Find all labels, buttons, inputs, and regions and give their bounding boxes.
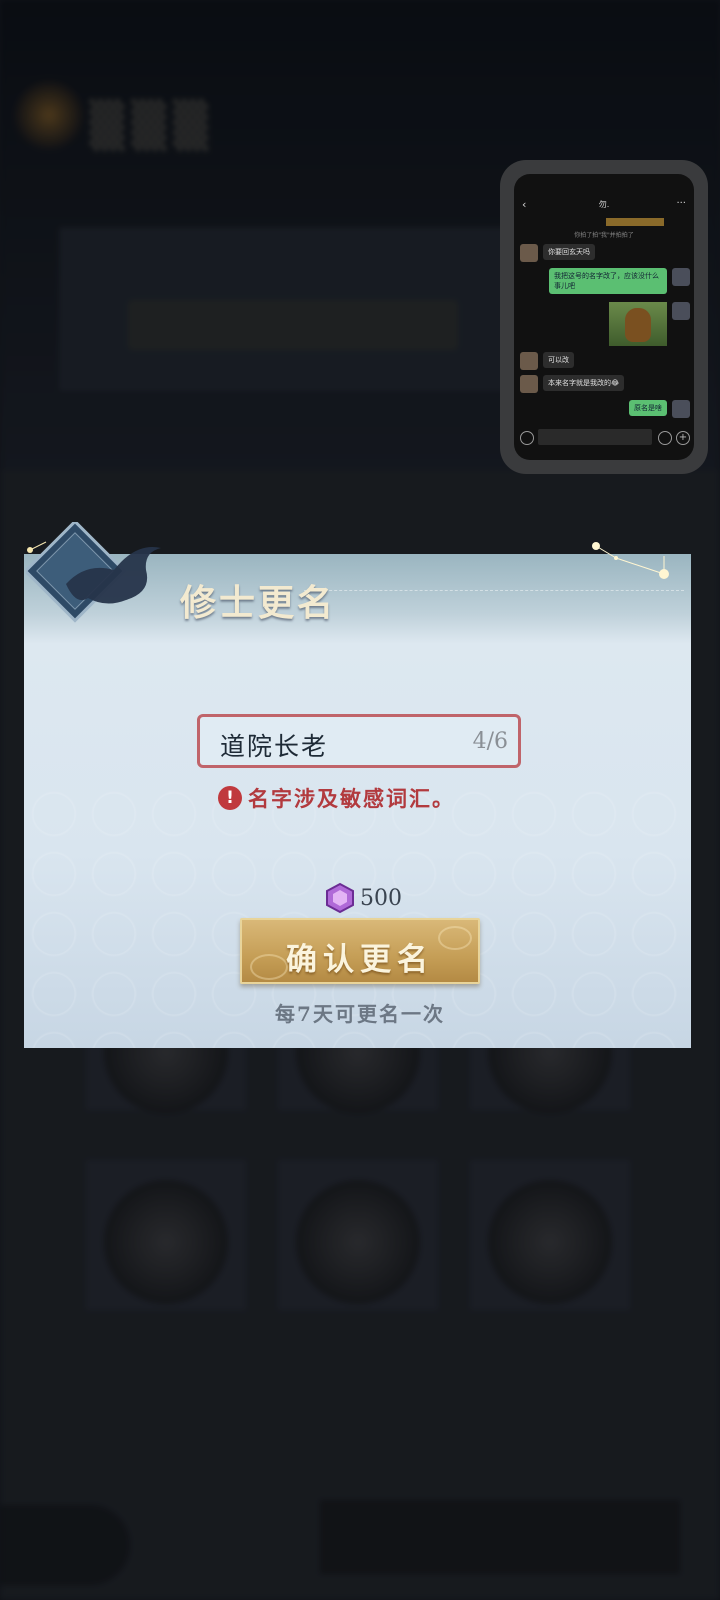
contact-avatar — [520, 375, 538, 393]
voice-icon[interactable] — [520, 431, 534, 445]
plus-icon[interactable]: + — [676, 431, 690, 445]
cost-value: 500 — [360, 885, 402, 911]
rename-limit-note: 每7天可更名一次 — [275, 1002, 445, 1026]
chat-message-out: 原名是啥 — [629, 400, 690, 418]
chat-bubble: 原名是啥 — [629, 400, 667, 416]
confirm-rename-button[interactable]: 确认更名 — [240, 918, 480, 984]
chat-bubble: 我把这号的名字改了，应该没什么事儿吧 — [549, 268, 667, 294]
exclamation-circle-icon: ! — [218, 786, 242, 810]
chat-image-partial — [606, 218, 664, 226]
my-avatar — [672, 400, 690, 418]
chat-title: 勿. — [598, 200, 610, 209]
chat-text-input[interactable] — [538, 429, 652, 445]
title-divider — [304, 590, 684, 592]
dialog-title: 修士更名 — [180, 582, 337, 624]
chat-input-bar: + — [514, 426, 694, 450]
chat-header: ‹ 勿. ··· — [514, 198, 694, 216]
constellation-icon — [592, 542, 669, 579]
beast-emblem-icon — [26, 522, 161, 623]
phone-chat-overlay: ‹ 勿. ··· 你拍了拍"我"并拍拍了 你要回玄天吗 我把这号的名字改了，应该… — [500, 160, 708, 474]
contact-avatar — [520, 244, 538, 262]
chat-message-in: 可以改 — [520, 352, 574, 370]
chat-bubble: 你要回玄天吗 — [543, 244, 595, 260]
chat-message-in: 你要回玄天吗 — [520, 244, 595, 262]
chat-system-note: 你拍了拍"我"并拍拍了 — [574, 232, 634, 239]
error-message-row: ! 名字涉及敏感词汇。 — [218, 783, 455, 813]
chat-message-in: 本来名字就是我改的😂 — [520, 375, 625, 393]
character-counter: 4/6 — [472, 729, 508, 754]
chat-screen: ‹ 勿. ··· 你拍了拍"我"并拍拍了 你要回玄天吗 我把这号的名字改了，应该… — [514, 174, 694, 460]
chat-bubble: 可以改 — [543, 352, 574, 368]
confirm-rename-label[interactable]: 确认更名 — [242, 934, 478, 979]
emoji-icon[interactable] — [658, 431, 672, 445]
more-icon[interactable]: ··· — [676, 198, 686, 209]
rename-cost: 500 — [324, 882, 402, 914]
error-message: 名字涉及敏感词汇。 — [248, 786, 455, 811]
contact-avatar — [520, 352, 538, 370]
chat-message-out-image — [609, 302, 690, 346]
name-input-value[interactable]: 道院长老 — [220, 727, 328, 763]
my-avatar — [672, 302, 690, 320]
chat-message-out: 我把这号的名字改了，应该没什么事儿吧 — [549, 268, 690, 294]
chat-bubble: 本来名字就是我改的😂 — [543, 375, 625, 391]
my-avatar — [672, 268, 690, 286]
chat-sticker-image — [609, 302, 667, 346]
name-input-field[interactable]: 道院长老 4/6 — [197, 714, 521, 768]
purple-gem-icon — [326, 882, 354, 914]
